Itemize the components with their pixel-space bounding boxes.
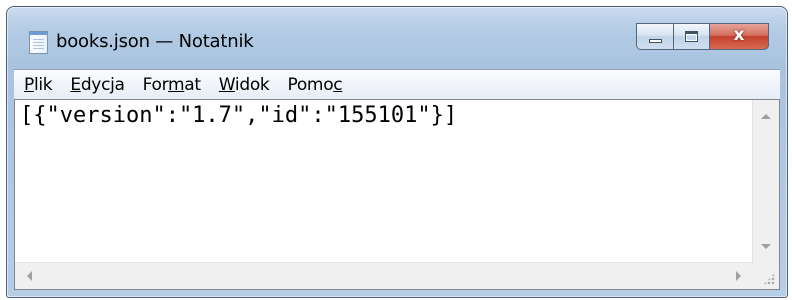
menu-bar: Plik Edycja Format Widok Pomoc: [14, 69, 780, 99]
close-button[interactable]: x: [709, 23, 769, 50]
editor-content[interactable]: [{"version":"1.7","id":"155101"}]: [20, 102, 749, 259]
grip-dots-icon: [763, 273, 775, 285]
maximize-button[interactable]: [673, 23, 709, 50]
close-icon: x: [733, 25, 745, 45]
title-bar[interactable]: books.json — Notatnik x: [7, 7, 787, 69]
scroll-left-arrow-icon[interactable]: [27, 271, 32, 281]
menu-widok[interactable]: Widok: [219, 75, 270, 95]
notepad-icon[interactable]: [29, 31, 48, 54]
minimize-button[interactable]: [636, 23, 673, 50]
scroll-up-arrow-icon[interactable]: [761, 114, 771, 119]
menu-pomoc[interactable]: Pomoc: [287, 75, 342, 95]
maximize-icon: [685, 31, 698, 42]
caption-buttons: x: [636, 23, 769, 50]
menu-plik[interactable]: Plik: [24, 75, 53, 95]
text-editor[interactable]: [{"version":"1.7","id":"155101"}]: [14, 99, 780, 290]
notepad-window: books.json — Notatnik x Plik Edycja Form…: [6, 6, 788, 298]
menu-edycja[interactable]: Edycja: [70, 75, 125, 95]
vertical-scrollbar[interactable]: [752, 100, 779, 263]
menu-format[interactable]: Format: [143, 75, 201, 95]
horizontal-scrollbar[interactable]: [15, 262, 753, 289]
scroll-right-arrow-icon[interactable]: [736, 271, 741, 281]
window-title: books.json — Notatnik: [56, 31, 254, 52]
minimize-icon: [649, 39, 662, 43]
resize-grip[interactable]: [753, 263, 779, 289]
scroll-down-arrow-icon[interactable]: [761, 244, 771, 249]
